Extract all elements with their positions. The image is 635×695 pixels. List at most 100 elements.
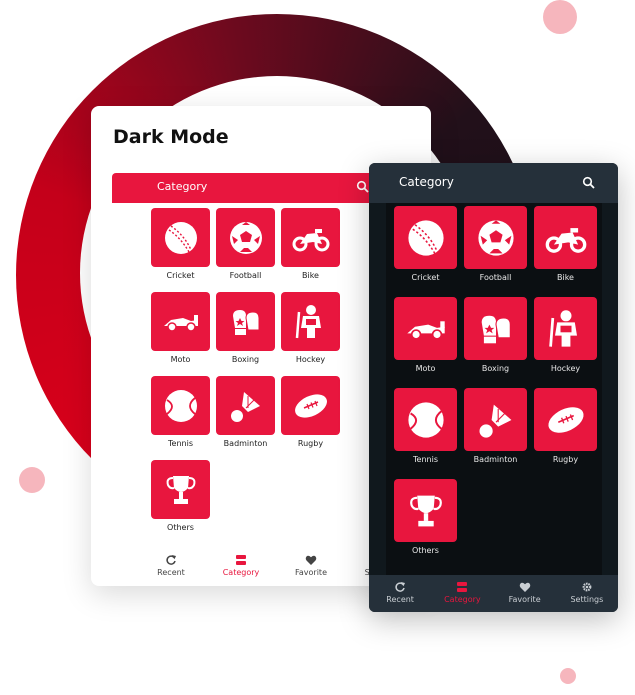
category-tile-bike[interactable]: Bike — [534, 206, 597, 289]
category-tile-cricket[interactable]: Cricket — [394, 206, 457, 289]
category-button[interactable] — [151, 292, 210, 351]
category-tile-boxing[interactable]: Boxing — [216, 292, 275, 369]
category-label: Tennis — [168, 439, 193, 448]
category-button[interactable] — [151, 460, 210, 519]
category-tile-football[interactable]: Football — [464, 206, 527, 289]
category-tile-rugby[interactable]: Rugby — [281, 376, 340, 453]
category-tile-rugby[interactable]: Rugby — [534, 388, 597, 471]
football-icon — [474, 216, 518, 260]
category-tile-badminton[interactable]: Badminton — [216, 376, 275, 453]
search-icon[interactable] — [582, 176, 596, 190]
category-button[interactable] — [151, 208, 210, 267]
category-button[interactable] — [216, 208, 275, 267]
decorative-dot — [19, 467, 45, 493]
heart-icon — [519, 581, 531, 593]
category-icon — [456, 581, 468, 593]
shuttlecock-icon — [474, 398, 518, 442]
nav-recent[interactable]: Recent — [370, 581, 430, 612]
category-label: Badminton — [223, 439, 268, 448]
nav-recent[interactable]: Recent — [141, 554, 201, 584]
category-grid: Cricket Football Bike Moto Boxing Hockey Tenni… — [151, 208, 351, 537]
category-button[interactable] — [534, 388, 597, 451]
category-label: Football — [479, 273, 512, 282]
category-tile-boxing[interactable]: Boxing — [464, 297, 527, 380]
category-tile-moto[interactable]: Moto — [394, 297, 457, 380]
race-car-icon — [404, 307, 448, 351]
category-label: Hockey — [550, 364, 581, 373]
category-button[interactable] — [534, 206, 597, 269]
category-button[interactable] — [394, 297, 457, 360]
refresh-icon — [165, 554, 177, 566]
category-tile-others[interactable]: Others — [151, 460, 210, 537]
category-button[interactable] — [394, 388, 457, 451]
nav-label: Recent — [157, 568, 185, 577]
dark-mode-preview: Category Cricket Football Bike Moto Boxing Ho… — [369, 163, 618, 612]
gear-icon — [581, 581, 593, 593]
search-icon[interactable] — [356, 180, 370, 194]
category-label: Cricket — [411, 273, 440, 282]
hockey-player-icon — [544, 307, 588, 351]
nav-label: Category — [222, 568, 260, 577]
nav-category[interactable]: Category — [432, 581, 492, 612]
nav-favorite[interactable]: Favorite — [281, 554, 341, 584]
category-tile-football[interactable]: Football — [216, 208, 275, 285]
heart-icon — [305, 554, 317, 566]
category-button[interactable] — [281, 376, 340, 435]
category-button[interactable] — [534, 297, 597, 360]
category-tile-badminton[interactable]: Badminton — [464, 388, 527, 471]
shuttlecock-icon — [226, 386, 266, 426]
category-tile-moto[interactable]: Moto — [151, 292, 210, 369]
nav-label: Category — [444, 595, 481, 604]
hockey-player-icon — [291, 302, 331, 342]
category-tile-cricket[interactable]: Cricket — [151, 208, 210, 285]
boxing-gloves-icon — [474, 307, 518, 351]
nav-favorite[interactable]: Favorite — [495, 581, 555, 612]
category-tile-hockey[interactable]: Hockey — [534, 297, 597, 380]
trophy-icon — [161, 470, 201, 510]
category-button[interactable] — [216, 292, 275, 351]
bottom-nav: Recent Category Favorite Settings — [369, 575, 618, 612]
category-tile-tennis[interactable]: Tennis — [151, 376, 210, 453]
category-button[interactable] — [394, 206, 457, 269]
category-label: Badminton — [473, 455, 518, 464]
category-button[interactable] — [281, 208, 340, 267]
category-tile-bike[interactable]: Bike — [281, 208, 340, 285]
motorbike-icon — [544, 216, 588, 260]
category-label: Boxing — [481, 364, 510, 373]
category-label: Others — [167, 523, 194, 532]
category-button[interactable] — [394, 479, 457, 542]
race-car-icon — [161, 302, 201, 342]
category-label: Cricket — [166, 271, 195, 280]
category-label: Others — [412, 546, 439, 555]
nav-category[interactable]: Category — [211, 554, 271, 584]
rugby-ball-icon — [291, 386, 331, 426]
decorative-dot — [543, 0, 577, 34]
category-button[interactable] — [151, 376, 210, 435]
category-label: Tennis — [413, 455, 438, 464]
category-button[interactable] — [464, 388, 527, 451]
tennis-ball-icon — [161, 386, 201, 426]
category-button[interactable] — [281, 292, 340, 351]
trophy-icon — [404, 489, 448, 533]
cricket-ball-icon — [404, 216, 448, 260]
category-tile-hockey[interactable]: Hockey — [281, 292, 340, 369]
category-button[interactable] — [464, 206, 527, 269]
header-title: Category — [399, 175, 454, 189]
category-label: Moto — [170, 355, 191, 364]
boxing-gloves-icon — [226, 302, 266, 342]
category-button[interactable] — [216, 376, 275, 435]
category-button[interactable] — [464, 297, 527, 360]
nav-label: Favorite — [295, 568, 327, 577]
cricket-ball-icon — [161, 218, 201, 258]
category-label: Football — [229, 271, 262, 280]
category-label: Bike — [302, 271, 319, 280]
category-tile-tennis[interactable]: Tennis — [394, 388, 457, 471]
category-tile-others[interactable]: Others — [394, 479, 457, 562]
nav-label: Recent — [386, 595, 414, 604]
category-label: Moto — [415, 364, 436, 373]
nav-settings[interactable]: Settings — [557, 581, 617, 612]
category-grid: Cricket Football Bike Moto Boxing Hockey Tenni… — [394, 206, 604, 562]
app-header: Category — [112, 173, 402, 203]
app-header: Category — [369, 163, 618, 203]
nav-label: Settings — [570, 595, 604, 604]
